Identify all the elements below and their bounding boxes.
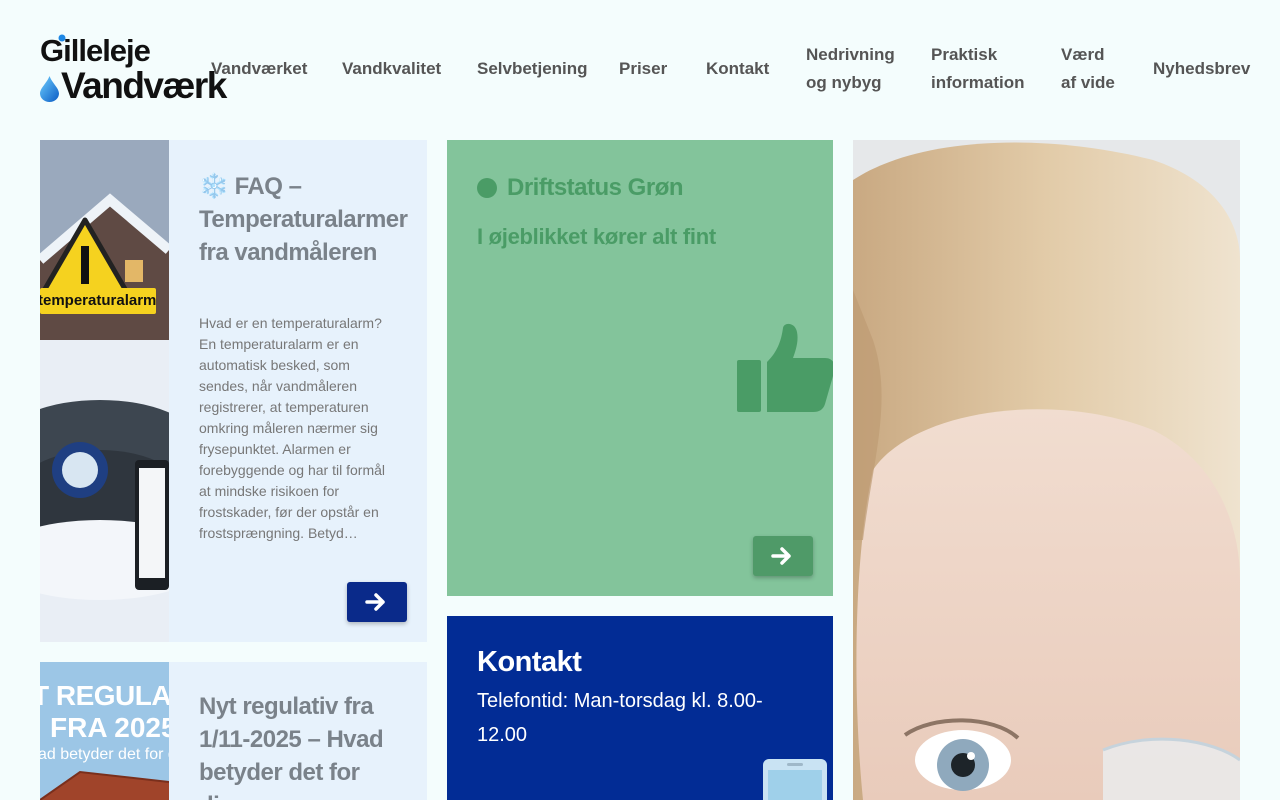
nav-nedrivning-line2: og nybyg [806,73,882,92]
regulativ-image-line2: FRA 2025 [50,712,169,743]
driftstatus-header: Driftstatus Grøn [477,174,684,202]
nav-praktisk-information[interactable]: Praktisk information [931,41,1025,97]
regulativ-image-line1: T REGULAT [40,680,169,711]
faq-read-more-button[interactable] [347,582,407,622]
phone-screen [768,770,822,800]
nav-nyhedsbrev[interactable]: Nyhedsbrev [1153,55,1250,83]
driftstatus-card[interactable]: Driftstatus Grøn I øjeblikket kører alt … [447,140,833,596]
faq-card[interactable]: temperaturalarm ❄️ FAQ – Temperaturalarm… [40,140,427,642]
logo[interactable]: Gilleleje Vandværk [40,33,227,106]
snowflake-icon: ❄️ [199,173,229,200]
nav-priser[interactable]: Priser [619,55,667,83]
phone-speaker [787,763,803,766]
regulativ-card[interactable]: T REGULAT FRA 2025 ad betyder det for d … [40,662,427,800]
arrow-right-icon [365,593,385,611]
nav-kontakt[interactable]: Kontakt [706,55,769,83]
temperaturalarm-label: temperaturalarm [40,292,157,309]
driftstatus-read-more-button[interactable] [753,536,813,576]
faq-excerpt: Hvad er en temperaturalarm? En temperatu… [199,315,385,541]
nav-vaerd-line2: af vide [1061,73,1115,92]
nav-praktisk-line1: Praktisk [931,45,998,64]
kontakt-title: Kontakt [477,646,582,678]
child-drinking-water-photo[interactable] [853,140,1240,800]
logo-text-bottom: Vandværk [61,65,227,106]
regulativ-image: T REGULAT FRA 2025 ad betyder det for d [40,662,169,800]
nav-selvbetjening[interactable]: Selvbetjening [477,55,588,83]
arrow-right-icon [771,547,791,565]
faq-image: temperaturalarm [40,140,169,642]
logo-text-top: Gilleleje [40,33,151,68]
faq-title-text: FAQ – Temperaturalarmer fra vandmåleren [199,173,408,266]
phone-icon [763,759,827,800]
regulativ-title[interactable]: Nyt regulativ fra 1/11-2025 – Hvad betyd… [199,690,399,800]
nav-nedrivning-line1: Nedrivning [806,45,895,64]
nav-nedrivning[interactable]: Nedrivning og nybyg [806,41,895,97]
nav-praktisk-line2: information [931,73,1025,92]
driftstatus-title: Driftstatus Grøn [507,174,684,201]
water-drop-icon [40,76,59,102]
house-roof-illustration [40,770,169,800]
status-dot-icon [477,178,497,198]
faq-title[interactable]: ❄️ FAQ – Temperaturalarmer fra vandmåler… [199,170,408,269]
child-portrait-illustration [853,140,1240,800]
nav-vaerd-af-vide[interactable]: Værd af vide [1061,41,1115,97]
nav-vaerd-line1: Værd [1061,45,1105,64]
nav-vandvaerket[interactable]: Vandværket [211,55,307,83]
kontakt-card[interactable]: Kontakt Telefontid: Man-torsdag kl. 8.00… [447,616,833,800]
thumbs-up-icon [737,323,833,412]
driftstatus-subtitle: I øjeblikket kører alt fint [477,224,716,249]
faq-content: ❄️ FAQ – Temperaturalarmer fra vandmåler… [199,170,408,544]
kontakt-hours: Telefontid: Man-torsdag kl. 8.00-12.00 [477,690,763,746]
temperaturalarm-banner: temperaturalarm [40,288,156,314]
nav-vandkvalitet[interactable]: Vandkvalitet [342,55,441,83]
